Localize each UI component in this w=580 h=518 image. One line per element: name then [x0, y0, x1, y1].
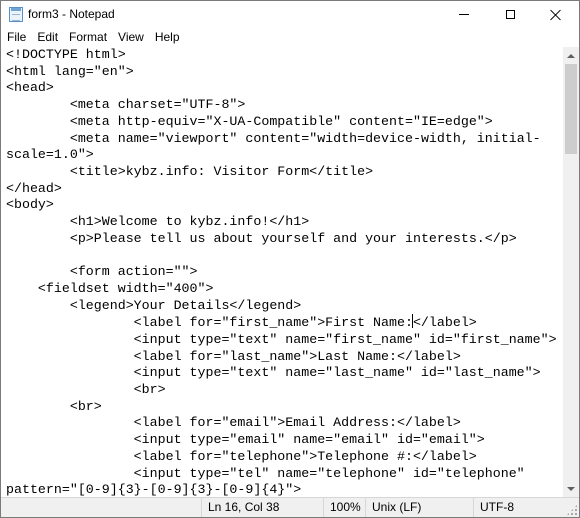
menu-edit[interactable]: Edit: [31, 28, 63, 47]
scroll-down-icon: [567, 486, 575, 491]
text-editor[interactable]: <!DOCTYPE html> <html lang="en"> <head> …: [1, 47, 563, 497]
cursor-position: Ln 16, Col 38: [201, 498, 323, 517]
scroll-up-icon: [567, 53, 575, 58]
menu-format[interactable]: Format: [63, 28, 112, 47]
vertical-scrollbar[interactable]: [563, 47, 579, 497]
editor-text-after-caret: </label> <input type="text" name="first_…: [6, 315, 557, 497]
menu-bar: File Edit Format View Help: [1, 28, 579, 47]
menu-file[interactable]: File: [1, 28, 31, 47]
scroll-down-button[interactable]: [563, 480, 579, 497]
title-bar[interactable]: form3 - Notepad: [1, 1, 579, 28]
maximize-button[interactable]: [487, 1, 533, 28]
scroll-up-button[interactable]: [563, 47, 579, 64]
menu-help[interactable]: Help: [149, 28, 185, 47]
window-title: form3 - Notepad: [28, 7, 115, 21]
editor-text-before-caret: <!DOCTYPE html> <html lang="en"> <head> …: [6, 47, 541, 331]
notepad-icon: [9, 7, 23, 22]
notepad-window: form3 - Notepad File Edit Format View He…: [0, 0, 580, 518]
menu-view[interactable]: View: [112, 28, 149, 47]
minimize-icon: [459, 14, 469, 15]
maximize-icon: [505, 10, 515, 19]
scrollbar-thumb[interactable]: [565, 64, 577, 154]
close-button[interactable]: [533, 1, 579, 28]
minimize-button[interactable]: [441, 1, 487, 28]
close-icon: [550, 9, 562, 21]
resize-grip-icon[interactable]: [566, 504, 578, 516]
zoom-level: 100%: [323, 498, 365, 517]
text-encoding: UTF-8: [473, 498, 563, 517]
editor-text[interactable]: <!DOCTYPE html> <html lang="en"> <head> …: [1, 47, 563, 497]
status-bar: Ln 16, Col 38 100% Unix (LF) UTF-8: [1, 497, 579, 517]
line-ending: Unix (LF): [365, 498, 473, 517]
